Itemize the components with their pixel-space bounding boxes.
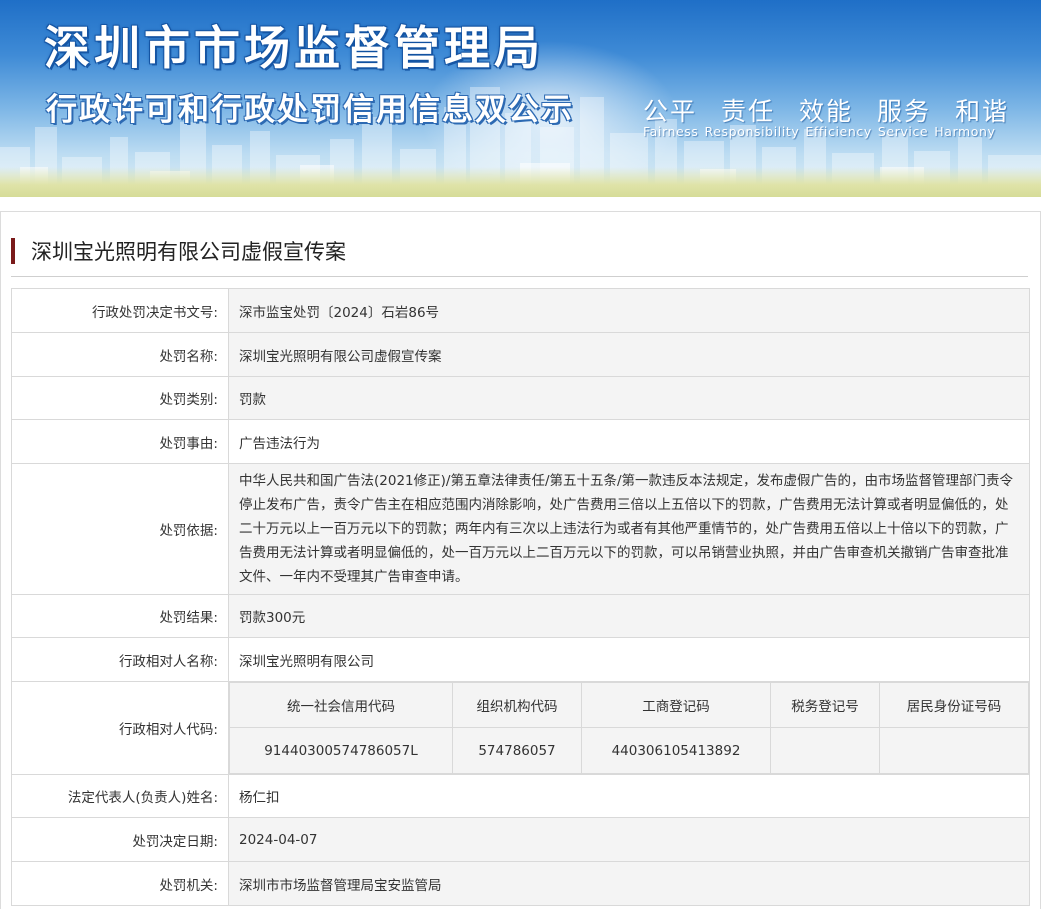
field-label: 处罚类别: bbox=[11, 376, 229, 420]
case-title-header: 深圳宝光照明有限公司虚假宣传案 bbox=[11, 226, 1028, 277]
code-value-row: 91440300574786057L 574786057 44030610541… bbox=[229, 727, 1029, 774]
table-row: 处罚结果: 罚款300元 bbox=[11, 594, 1030, 638]
field-value: 中华人民共和国广告法(2021修正)/第五章法律责任/第五十五条/第一款违反本法… bbox=[228, 463, 1030, 595]
slogan-english: Fairness Responsibility Efficiency Service H… bbox=[643, 124, 1002, 139]
code-table-cell: 统一社会信用代码 组织机构代码 工商登记码 税务登记号 居民身份证号码 9144… bbox=[228, 681, 1030, 775]
header-banner: 深圳市市场监督管理局 行政许可和行政处罚信用信息双公示 公平 责任 效能 服务 和谐 F… bbox=[0, 0, 1041, 197]
case-title: 深圳宝光照明有限公司虚假宣传案 bbox=[31, 240, 346, 264]
table-row: 处罚事由: 广告违法行为 bbox=[11, 419, 1030, 464]
field-label: 法定代表人(负责人)姓名: bbox=[11, 774, 229, 818]
field-label: 处罚决定日期: bbox=[11, 817, 229, 862]
field-label: 行政相对人代码: bbox=[11, 681, 229, 775]
title-accent-bar bbox=[11, 238, 15, 264]
table-row: 行政相对人代码: 统一社会信用代码 组织机构代码 工商登记码 税务登记号 居民身… bbox=[11, 681, 1030, 775]
table-row: 行政处罚决定书文号: 深市监宝处罚〔2024〕石岩86号 bbox=[11, 288, 1030, 333]
table-row: 处罚依据: 中华人民共和国广告法(2021修正)/第五章法律责任/第五十五条/第… bbox=[11, 463, 1030, 595]
field-label: 行政处罚决定书文号: bbox=[11, 288, 229, 333]
slogan-word-en: Harmony bbox=[934, 124, 996, 139]
banner-ground bbox=[0, 167, 1041, 197]
party-code-table: 统一社会信用代码 组织机构代码 工商登记码 税务登记号 居民身份证号码 9144… bbox=[229, 682, 1029, 774]
slogan-word: 责任 bbox=[721, 97, 776, 126]
code-value: 574786057 bbox=[452, 727, 582, 774]
table-row: 处罚类别: 罚款 bbox=[11, 376, 1030, 420]
field-label: 处罚依据: bbox=[11, 463, 229, 595]
field-label: 处罚事由: bbox=[11, 419, 229, 464]
code-header: 组织机构代码 bbox=[452, 682, 582, 728]
slogan-word-en: Fairness bbox=[643, 124, 699, 139]
penalty-info-table: 行政处罚决定书文号: 深市监宝处罚〔2024〕石岩86号 处罚名称: 深圳宝光照… bbox=[11, 288, 1030, 906]
field-value: 深市监宝处罚〔2024〕石岩86号 bbox=[228, 288, 1030, 333]
table-row: 行政相对人名称: 深圳宝光照明有限公司 bbox=[11, 637, 1030, 682]
code-value: 440306105413892 bbox=[581, 727, 771, 774]
field-label: 处罚机关: bbox=[11, 861, 229, 906]
code-value bbox=[879, 727, 1029, 774]
field-value: 杨仁扣 bbox=[228, 774, 1030, 818]
code-header: 居民身份证号码 bbox=[879, 682, 1029, 728]
field-value: 深圳市市场监督管理局宝安监管局 bbox=[228, 861, 1030, 906]
code-value bbox=[770, 727, 880, 774]
field-value: 广告违法行为 bbox=[228, 419, 1030, 464]
slogan-word-en: Responsibility bbox=[704, 124, 800, 139]
field-value: 罚款300元 bbox=[228, 594, 1030, 638]
table-row: 处罚名称: 深圳宝光照明有限公司虚假宣传案 bbox=[11, 332, 1030, 377]
slogan-word: 效能 bbox=[799, 97, 854, 126]
code-header: 税务登记号 bbox=[770, 682, 880, 728]
field-label: 处罚名称: bbox=[11, 332, 229, 377]
field-value: 2024-04-07 bbox=[228, 817, 1030, 862]
slogan-word: 公平 bbox=[643, 97, 698, 126]
slogan-word: 服务 bbox=[877, 97, 932, 126]
site-subtitle: 行政许可和行政处罚信用信息双公示 bbox=[46, 92, 574, 128]
slogan-word-en: Service bbox=[877, 124, 929, 139]
code-value: 91440300574786057L bbox=[229, 727, 453, 774]
code-header: 统一社会信用代码 bbox=[229, 682, 453, 728]
field-value: 深圳宝光照明有限公司 bbox=[228, 637, 1030, 682]
code-header: 工商登记码 bbox=[581, 682, 771, 728]
table-row: 法定代表人(负责人)姓名: 杨仁扣 bbox=[11, 774, 1030, 818]
slogan-chinese: 公平 责任 效能 服务 和谐 bbox=[643, 92, 1033, 128]
site-title: 深圳市市场监督管理局 bbox=[44, 21, 544, 75]
table-row: 处罚机关: 深圳市市场监督管理局宝安监管局 bbox=[11, 861, 1030, 906]
field-value: 深圳宝光照明有限公司虚假宣传案 bbox=[228, 332, 1030, 377]
slogan-word-en: Efficiency bbox=[805, 124, 872, 139]
field-value: 罚款 bbox=[228, 376, 1030, 420]
field-label: 处罚结果: bbox=[11, 594, 229, 638]
case-detail-panel: 深圳宝光照明有限公司虚假宣传案 行政处罚决定书文号: 深市监宝处罚〔2024〕石… bbox=[0, 211, 1041, 909]
slogan-word: 和谐 bbox=[955, 97, 1010, 126]
field-label: 行政相对人名称: bbox=[11, 637, 229, 682]
table-row: 处罚决定日期: 2024-04-07 bbox=[11, 817, 1030, 862]
code-header-row: 统一社会信用代码 组织机构代码 工商登记码 税务登记号 居民身份证号码 bbox=[229, 682, 1029, 728]
